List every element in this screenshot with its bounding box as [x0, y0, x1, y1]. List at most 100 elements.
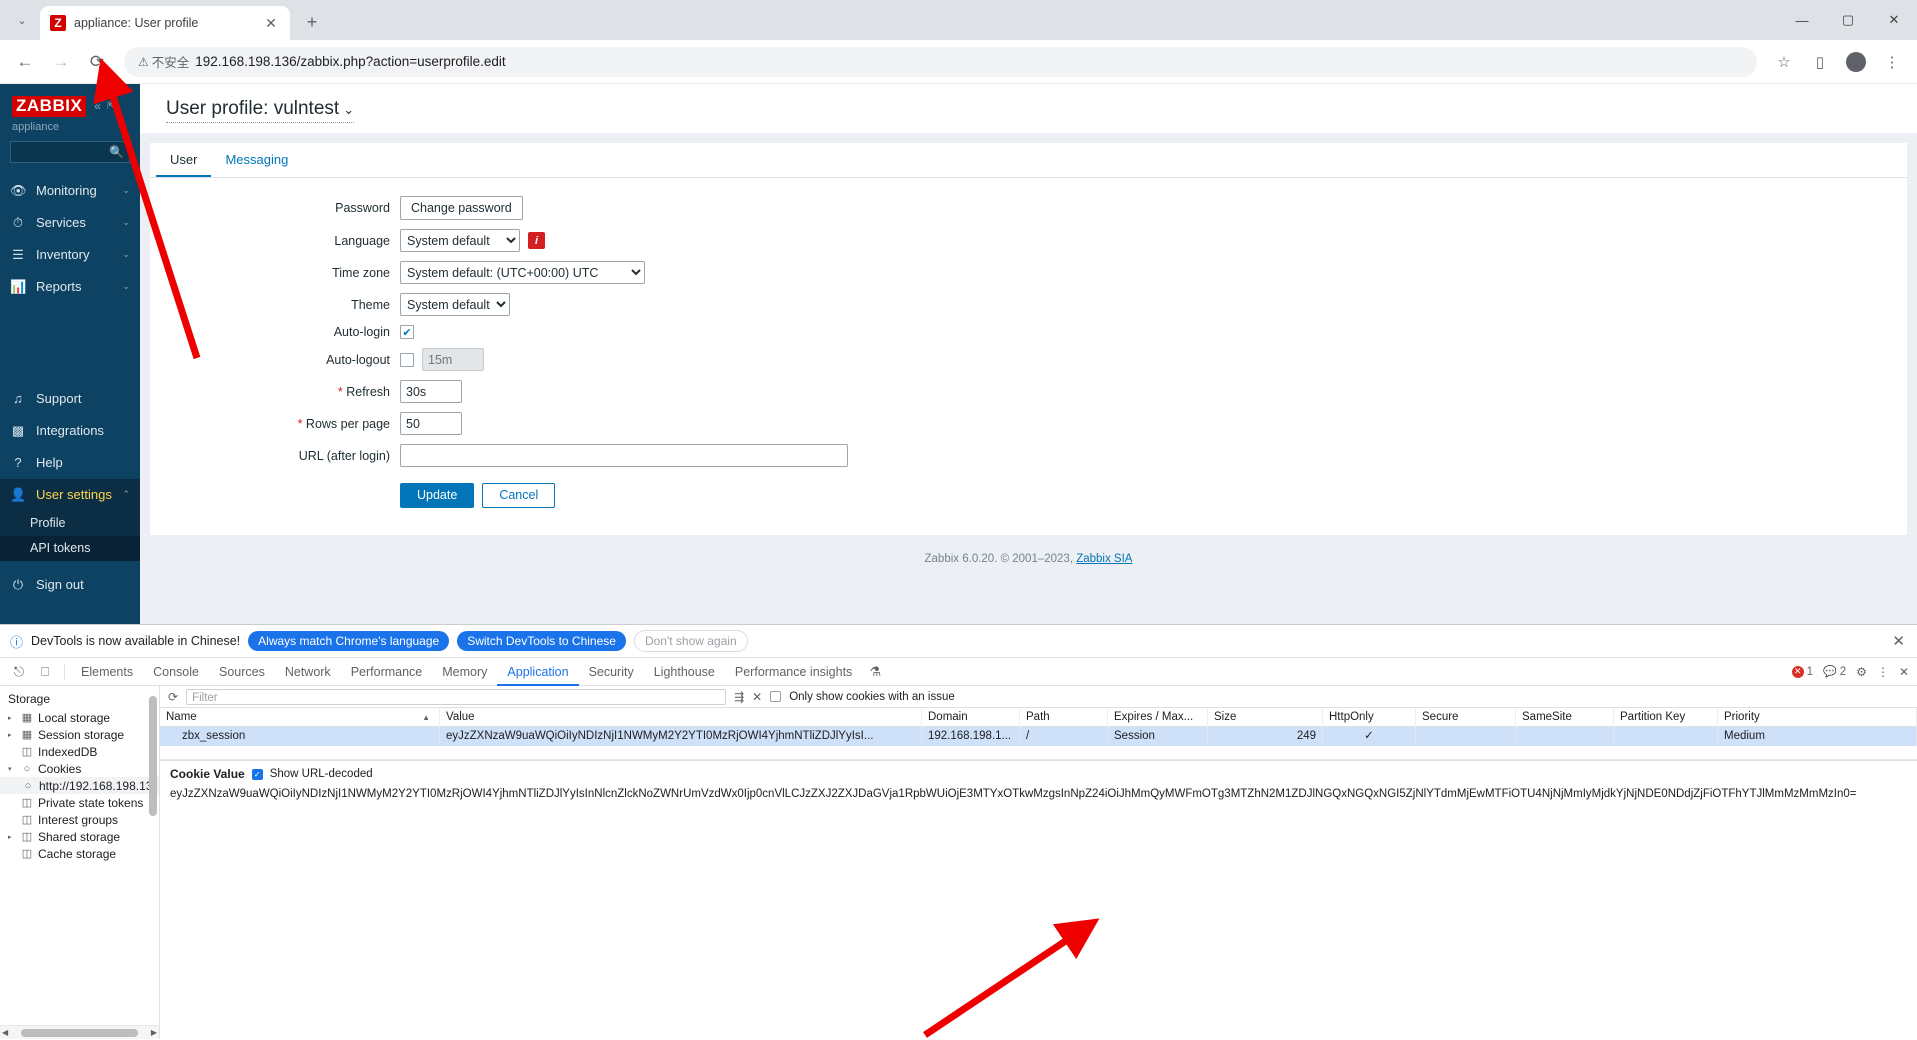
tab-messaging[interactable]: Messaging [211, 143, 302, 177]
sidebar-item-api-tokens[interactable]: API tokens [0, 535, 140, 561]
tree-item-cache-storage[interactable]: ◫ Cache storage [0, 845, 159, 862]
tab-security[interactable]: Security [579, 658, 644, 686]
clear-all-cookies-icon[interactable]: ✕ [752, 690, 762, 704]
change-password-button[interactable]: Change password [400, 196, 523, 220]
zabbix-logo[interactable]: ZABBIX [12, 96, 87, 117]
sidebar-item-help[interactable]: ? Help [0, 447, 140, 479]
scroll-right-icon[interactable]: ▶ [151, 1028, 157, 1037]
not-secure-indicator[interactable]: ⚠ 不安全 [138, 52, 189, 71]
cookie-filter-input[interactable]: Filter [186, 688, 727, 705]
browser-tab[interactable]: Z appliance: User profile ✕ [40, 6, 290, 40]
sidebar-item-profile[interactable]: Profile [0, 510, 140, 536]
scroll-left-icon[interactable]: ◀ [2, 1028, 8, 1037]
device-toolbar-icon[interactable]: ⎕ [32, 664, 58, 680]
column-header-value[interactable]: Value [440, 707, 922, 727]
language-select[interactable]: System default [400, 229, 520, 252]
cookie-value-text[interactable]: eyJzZXNzaW9uaWQiOiIyNDIzNjI1NWMyM2Y2YTI0… [170, 786, 1907, 803]
address-bar[interactable]: ⚠ 不安全 192.168.198.136/zabbix.php?action=… [124, 46, 1757, 77]
refresh-input[interactable] [400, 380, 462, 403]
dont-show-again-button[interactable]: Don't show again [633, 630, 748, 652]
column-header-expires[interactable]: Expires / Max... [1108, 707, 1208, 727]
hide-sidebar-icon[interactable]: ⇱ [107, 101, 115, 112]
theme-select[interactable]: System default [400, 293, 510, 316]
refresh-cookies-icon[interactable]: ⟳ [168, 690, 178, 704]
sidebar-item-inventory[interactable]: ☰ Inventory ⌄ [0, 239, 140, 271]
sidebar-item-integrations[interactable]: ▩ Integrations [0, 415, 140, 447]
storage-tree-horizontal-scrollbar[interactable]: ◀ ▶ [0, 1025, 159, 1039]
collapse-sidebar-icon[interactable]: « [94, 99, 101, 113]
switch-to-chinese-button[interactable]: Switch DevTools to Chinese [457, 631, 626, 651]
tree-item-cookie-origin[interactable]: ○ http://192.168.198.13 [0, 777, 159, 794]
close-banner-icon[interactable]: ✕ [1892, 632, 1905, 650]
always-match-language-button[interactable]: Always match Chrome's language [248, 631, 450, 651]
sidebar-item-monitoring[interactable]: 👁 Monitoring ⌄ [0, 175, 140, 207]
close-tab-icon[interactable]: ✕ [262, 15, 280, 32]
devtools-more-icon[interactable]: ⋮ [1877, 665, 1889, 679]
tree-item-cookies[interactable]: ▾ ○ Cookies [0, 760, 159, 777]
sidebar-item-services[interactable]: ⏱ Services ⌄ [0, 207, 140, 239]
tree-item-interest-groups[interactable]: ◫ Interest groups [0, 811, 159, 828]
column-header-name[interactable]: Name ▲ [160, 707, 440, 727]
tab-sources[interactable]: Sources [209, 658, 275, 686]
tree-item-indexeddb[interactable]: ◫ IndexedDB [0, 743, 159, 760]
forward-button[interactable]: → [46, 47, 76, 77]
tree-item-local-storage[interactable]: ▸ ▦ Local storage [0, 709, 159, 726]
column-header-size[interactable]: Size [1208, 707, 1323, 727]
bookmark-star-icon[interactable]: ☆ [1769, 47, 1799, 77]
expand-triangle-icon[interactable]: ▸ [8, 833, 16, 841]
autologout-input[interactable] [422, 348, 484, 371]
tab-elements[interactable]: Elements [71, 658, 143, 686]
column-header-domain[interactable]: Domain [922, 707, 1020, 727]
column-header-path[interactable]: Path [1020, 707, 1108, 727]
sidebar-item-support[interactable]: ♫ Support [0, 383, 140, 415]
profile-avatar-icon[interactable] [1841, 47, 1871, 77]
column-header-httponly[interactable]: HttpOnly [1323, 707, 1416, 727]
error-count-badge[interactable]: ✕ 1 [1791, 665, 1813, 678]
rows-per-page-input[interactable] [400, 412, 462, 435]
sidebar-search-input[interactable]: 🔍 [10, 140, 130, 163]
zabbix-sia-link[interactable]: Zabbix SIA [1076, 553, 1132, 565]
sidebar-item-reports[interactable]: 📊 Reports ⌄ [0, 271, 140, 303]
tab-network[interactable]: Network [275, 658, 341, 686]
storage-tree-vertical-scrollbar[interactable] [149, 696, 157, 816]
collapse-triangle-icon[interactable]: ▾ [8, 765, 16, 773]
tab-performance[interactable]: Performance [341, 658, 433, 686]
expand-triangle-icon[interactable]: ▸ [8, 714, 16, 722]
language-info-icon[interactable]: i [528, 232, 545, 249]
devtools-settings-icon[interactable]: ⚙ [1856, 665, 1867, 679]
tab-search-chevron-icon[interactable]: ⌄ [8, 6, 36, 34]
tab-application[interactable]: Application [497, 658, 578, 686]
url-after-login-input[interactable] [400, 444, 848, 467]
autologout-checkbox[interactable] [400, 352, 414, 367]
expand-triangle-icon[interactable]: ▸ [8, 731, 16, 739]
tab-lighthouse[interactable]: Lighthouse [644, 658, 725, 686]
column-header-priority[interactable]: Priority [1718, 707, 1917, 727]
side-panel-icon[interactable]: ▯ [1805, 47, 1835, 77]
back-button[interactable]: ← [10, 47, 40, 77]
sidebar-item-sign-out[interactable]: ⏻ Sign out [0, 569, 140, 601]
cancel-button[interactable]: Cancel [482, 483, 556, 508]
tree-item-private-state-tokens[interactable]: ◫ Private state tokens [0, 794, 159, 811]
clear-filter-icon[interactable]: ⇶ [734, 690, 744, 704]
show-url-decoded-checkbox[interactable]: ✓ [251, 768, 263, 780]
tree-item-session-storage[interactable]: ▸ ▦ Session storage [0, 726, 159, 743]
reload-button[interactable]: ⟳ [82, 47, 112, 77]
sidebar-item-user-settings[interactable]: 👤 User settings ⌃ [0, 478, 140, 511]
column-header-secure[interactable]: Secure [1416, 707, 1516, 727]
maximize-window-button[interactable]: ▢ [1825, 0, 1871, 40]
only-issues-checkbox[interactable] [770, 691, 782, 702]
scrollbar-thumb[interactable] [21, 1028, 138, 1037]
minimize-window-button[interactable]: — [1779, 0, 1825, 40]
page-title[interactable]: User profile: vulntest ⌄ [166, 98, 355, 123]
update-button[interactable]: Update [400, 483, 475, 508]
new-tab-button[interactable]: + [298, 8, 326, 36]
table-row[interactable]: zbx_session eyJzZXNzaW9uaWQiOiIyNDIzNjI1… [160, 727, 1917, 746]
tab-user[interactable]: User [156, 143, 212, 177]
tab-memory[interactable]: Memory [432, 658, 497, 686]
column-header-samesite[interactable]: SameSite [1516, 707, 1614, 727]
timezone-select[interactable]: System default: (UTC+00:00) UTC [400, 261, 645, 284]
tab-performance-insights[interactable]: Performance insights [725, 658, 862, 686]
close-window-button[interactable]: ✕ [1871, 0, 1917, 40]
devtools-close-icon[interactable]: ✕ [1899, 665, 1909, 679]
inspect-element-icon[interactable]: ⎋ [6, 664, 32, 680]
